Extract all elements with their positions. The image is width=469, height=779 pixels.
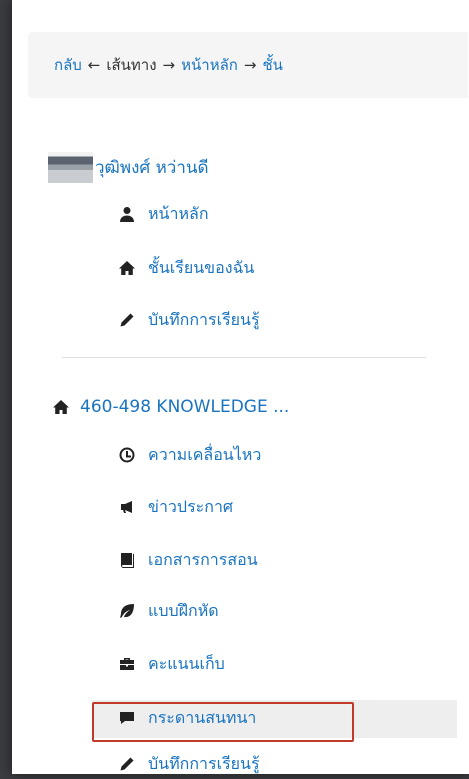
- menu-item-label: บันทึกการเรียนรู้: [148, 309, 260, 329]
- breadcrumb-separator: ←: [87, 56, 101, 74]
- menu-item-activity[interactable]: ความเคลื่อนไหว: [116, 440, 261, 470]
- menu-item-label: เอกสารการสอน: [148, 549, 258, 569]
- menu-item-exercises[interactable]: แบบฝึกหัด: [116, 596, 219, 626]
- user-profile-link[interactable]: วุฒิพงศ์ หว่านดี: [48, 151, 209, 183]
- menu-item-label: ชั้นเรียนของฉัน: [148, 257, 255, 277]
- leaf-icon: [116, 600, 138, 622]
- menu-item-home[interactable]: หน้าหลัก: [116, 199, 209, 229]
- pencil-icon: [116, 753, 138, 775]
- book-icon: [116, 549, 138, 571]
- user-icon: [116, 203, 138, 225]
- menu-item-label: คะแนนเก็บ: [148, 653, 225, 673]
- menu-item-announcements[interactable]: ข่าวประกาศ: [116, 492, 233, 522]
- course-link[interactable]: 460-498 KNOWLEDGE ...: [50, 392, 289, 422]
- divider: [62, 357, 426, 358]
- breadcrumb-path-label: เส้นทาง: [106, 56, 157, 74]
- breadcrumb-back-link[interactable]: กลับ: [54, 53, 82, 77]
- course-title: 460-498 KNOWLEDGE ...: [80, 397, 290, 417]
- pencil-icon: [116, 309, 138, 331]
- highlight-annotation-box: [92, 702, 354, 742]
- clock-icon: [116, 444, 138, 466]
- menu-item-label: หน้าหลัก: [148, 203, 209, 223]
- menu-item-learning-log-course[interactable]: บันทึกการเรียนรู้: [116, 749, 260, 779]
- page-frame: [12, 0, 469, 774]
- menu-item-learning-log[interactable]: บันทึกการเรียนรู้: [116, 305, 260, 335]
- briefcase-icon: [116, 653, 138, 675]
- menu-item-my-classes[interactable]: ชั้นเรียนของฉัน: [116, 253, 254, 283]
- menu-item-teaching-documents[interactable]: เอกสารการสอน: [116, 545, 258, 575]
- avatar: [48, 151, 93, 183]
- breadcrumb-class-link[interactable]: ชั้น: [262, 53, 282, 77]
- home-icon: [50, 396, 72, 418]
- breadcrumb-separator: →: [243, 56, 257, 74]
- menu-item-label: บันทึกการเรียนรู้: [148, 753, 260, 773]
- menu-item-label: แบบฝึกหัด: [148, 600, 219, 620]
- menu-item-label: ความเคลื่อนไหว: [148, 444, 262, 464]
- menu-item-grades[interactable]: คะแนนเก็บ: [116, 649, 225, 679]
- megaphone-icon: [116, 496, 138, 518]
- menu-item-label: ข่าวประกาศ: [148, 496, 234, 516]
- breadcrumb-separator: →: [162, 56, 176, 74]
- user-name: วุฒิพงศ์ หว่านดี: [95, 157, 209, 178]
- home-icon: [116, 257, 138, 279]
- breadcrumb-home-link[interactable]: หน้าหลัก: [181, 53, 238, 77]
- breadcrumb: กลับ ← เส้นทาง → หน้าหลัก → ชั้น: [28, 32, 468, 98]
